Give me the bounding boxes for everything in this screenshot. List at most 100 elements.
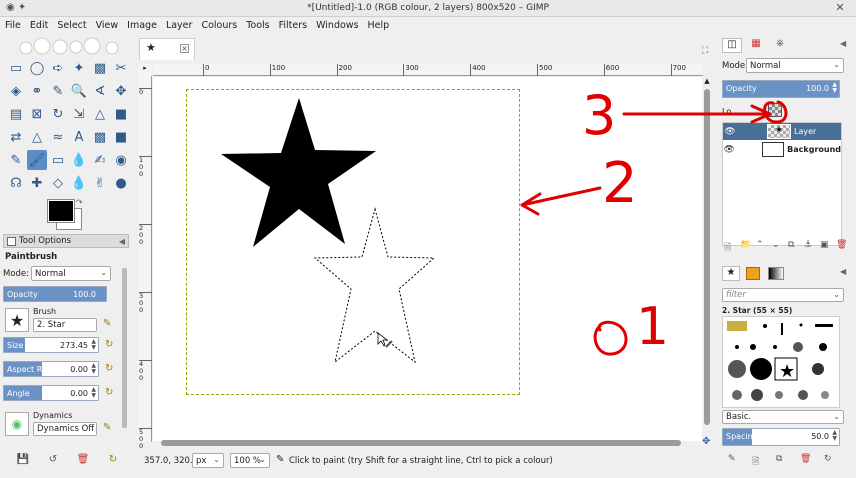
mode-combo[interactable]: Normal ⌄	[31, 266, 111, 281]
size-slider[interactable]: Size 273.45 ▲ ▼	[3, 337, 99, 353]
rect-select-icon[interactable]: ▭	[6, 58, 26, 78]
free-select-icon[interactable]: ➪	[48, 58, 68, 78]
menu-colours[interactable]: Colours	[196, 17, 241, 31]
bucket-fill-icon[interactable]: ▩	[90, 127, 110, 147]
menu-help[interactable]: Help	[363, 17, 394, 31]
brush-preview[interactable]: ★	[5, 308, 29, 332]
vertical-scrollbar[interactable]: ▲	[702, 77, 712, 441]
smudge-icon[interactable]: ✌	[90, 173, 110, 193]
tab-brushes[interactable]: ★	[722, 266, 740, 281]
aspect-spin[interactable]: ▲ ▼	[91, 363, 96, 375]
dynamics-preview[interactable]: ◉	[5, 412, 29, 436]
fg-bg-colors[interactable]: ↷	[47, 198, 86, 230]
paths-icon[interactable]: ⚭	[27, 81, 47, 101]
brushes-menu-icon[interactable]: ◀	[840, 267, 846, 276]
refresh-brushes-icon[interactable]: ↻	[824, 454, 832, 464]
angle-slider[interactable]: Angle 0.00 ▲ ▼	[3, 385, 99, 401]
dock-menu-icon[interactable]: ◀	[840, 39, 846, 48]
crop-icon[interactable]: ⊠	[27, 104, 47, 124]
ink-icon[interactable]: ✍	[90, 150, 110, 170]
warp-icon[interactable]: ≈	[48, 127, 68, 147]
tab-paths[interactable]: ⎈	[770, 38, 790, 53]
brush-preset-combo[interactable]: Basic. ⌄	[722, 410, 844, 424]
zoom-image-icon[interactable]: ⛶	[702, 46, 708, 56]
delete-options-icon[interactable]: 🗑	[76, 454, 90, 466]
spacing-spin[interactable]: ▲ ▼	[832, 430, 837, 442]
delete-brush-icon[interactable]: 🗑	[800, 454, 811, 464]
close-window-icon[interactable]: ✕	[832, 0, 848, 16]
menu-tools[interactable]: Tools	[241, 17, 273, 31]
layer-mode-combo[interactable]: Normal ⌄	[746, 58, 844, 73]
tab-patterns[interactable]	[746, 267, 760, 280]
menu-select[interactable]: Select	[52, 17, 90, 31]
menu-file[interactable]: File	[0, 17, 25, 31]
measure-icon[interactable]: ∢	[90, 81, 110, 101]
zoom-icon[interactable]: 🔍	[69, 81, 89, 101]
new-brush-icon[interactable]: 🗎	[752, 454, 759, 470]
blend-icon[interactable]: ■	[111, 127, 131, 147]
scissors-icon[interactable]: ✂	[111, 58, 131, 78]
eraser-icon[interactable]: ▭	[48, 150, 68, 170]
airbrush-icon[interactable]: 💧	[69, 150, 89, 170]
scroll-up-arrow[interactable]: ▲	[702, 77, 712, 87]
layer-name[interactable]: Layer	[794, 127, 816, 136]
reset-aspect-icon[interactable]: ↻	[105, 363, 113, 374]
tab-menu-icon[interactable]: ◀	[119, 237, 125, 246]
reset-angle-icon[interactable]: ↻	[105, 387, 113, 398]
horizontal-scrollbar[interactable]	[153, 438, 703, 448]
align-icon[interactable]: ▤	[6, 104, 26, 124]
scrollbar-tool-options[interactable]	[122, 268, 127, 428]
menu-edit[interactable]: Edit	[25, 17, 52, 31]
mypaint-icon[interactable]: ◉	[111, 150, 131, 170]
raise-layer-icon[interactable]: ⌃	[756, 240, 764, 250]
brush-filter-input[interactable]: filter ⌄	[722, 288, 844, 302]
dodge-icon[interactable]: ●	[111, 173, 131, 193]
clone-icon[interactable]: ☊	[6, 173, 26, 193]
eye-icon[interactable]: 👁	[723, 145, 736, 155]
fuzzy-select-icon[interactable]: ✦	[69, 58, 89, 78]
layer-name[interactable]: Background	[787, 145, 841, 154]
ruler-corner[interactable]: ▸	[138, 64, 152, 76]
reset-size-icon[interactable]: ↻	[105, 339, 113, 350]
layer-opacity-spin[interactable]: ▲ ▼	[832, 82, 837, 94]
foreground-select-icon[interactable]: ◈	[6, 81, 26, 101]
shear-icon[interactable]: △	[90, 104, 110, 124]
layer-opacity-slider[interactable]: Opacity 100.0 ▲ ▼	[722, 80, 840, 98]
color-picker-icon[interactable]: ✎	[48, 81, 68, 101]
pencil-icon[interactable]: ✎	[6, 150, 26, 170]
canvas-viewport[interactable]	[153, 77, 703, 441]
move-icon[interactable]: ✥	[111, 81, 131, 101]
new-layer-group-icon[interactable]: 📁	[740, 240, 751, 250]
angle-spin[interactable]: ▲ ▼	[91, 387, 96, 399]
edit-brush-icon[interactable]: ✎	[103, 318, 111, 329]
menu-windows[interactable]: Windows	[311, 17, 362, 31]
zoom-combo[interactable]: 100 % ⌄	[230, 453, 270, 468]
vscroll-thumb[interactable]	[704, 89, 710, 425]
swap-colors-icon[interactable]: ↷	[76, 198, 83, 207]
edit-brush-icon[interactable]: ✎	[728, 454, 736, 464]
menu-image[interactable]: Image	[122, 17, 161, 31]
brush-grid[interactable]: ★	[722, 316, 840, 408]
heal-icon[interactable]: ✚	[27, 173, 47, 193]
size-spin[interactable]: ▲ ▼	[91, 339, 96, 351]
image-tab[interactable]: ★ ×	[139, 38, 195, 60]
opacity-slider[interactable]: Opacity 100.0	[3, 286, 107, 302]
hscroll-thumb[interactable]	[161, 440, 681, 446]
edit-dynamics-icon[interactable]: ✎	[103, 422, 111, 433]
menu-filters[interactable]: Filters	[274, 17, 311, 31]
paintbrush-icon[interactable]: 🖌	[27, 150, 47, 170]
color-select-icon[interactable]: ▩	[90, 58, 110, 78]
mask-layer-icon[interactable]: ▣	[820, 240, 829, 250]
delete-layer-icon[interactable]: 🗑	[836, 240, 847, 250]
rotate-icon[interactable]: ↻	[48, 104, 68, 124]
save-options-icon[interactable]: 💾	[16, 454, 30, 466]
tab-channels[interactable]: ▦	[746, 38, 766, 53]
text-icon[interactable]: A	[69, 127, 89, 147]
brush-combo[interactable]: 2. Star	[33, 318, 97, 332]
tab-layers[interactable]: ◫	[722, 38, 742, 53]
tool-options-tab[interactable]: Tool Options ◀	[3, 234, 129, 248]
spacing-slider[interactable]: Spacing 50.0 ▲ ▼	[722, 428, 840, 446]
tab-gradients[interactable]	[768, 267, 784, 280]
new-layer-icon[interactable]: 🗎	[724, 240, 731, 256]
cage-icon[interactable]: △	[27, 127, 47, 147]
